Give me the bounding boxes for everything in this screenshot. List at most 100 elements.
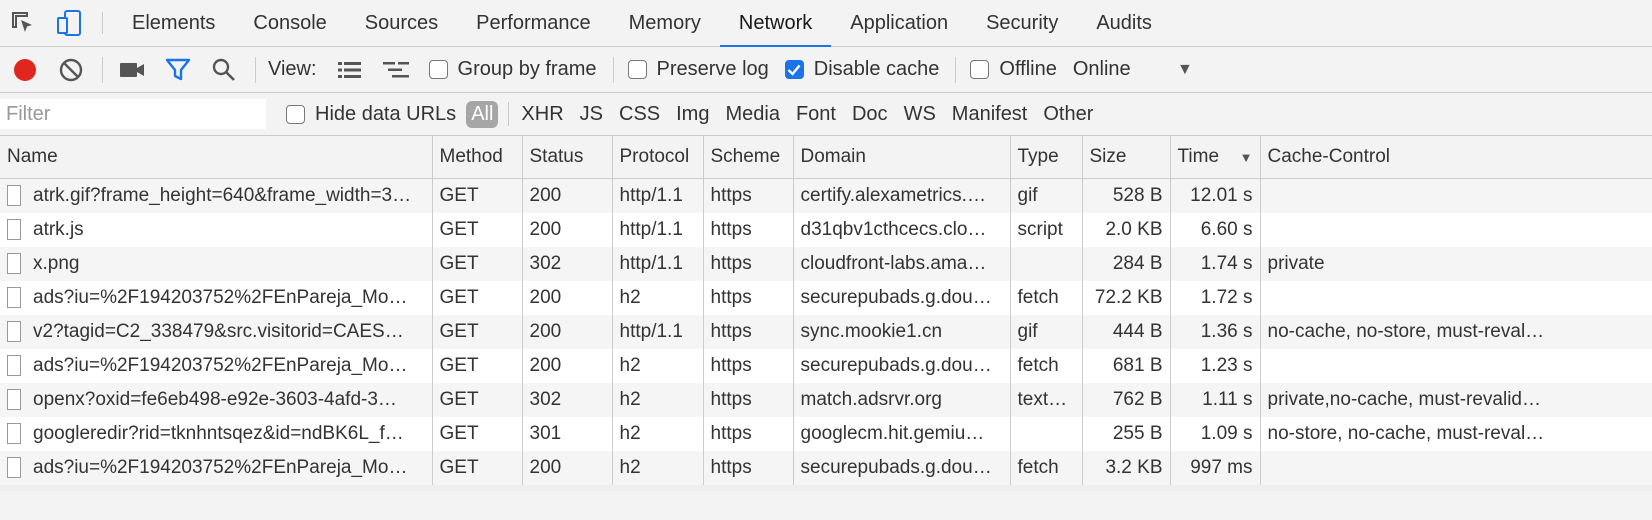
group-by-frame-label: Group by frame (457, 58, 597, 80)
filter-type-all[interactable]: All (466, 100, 499, 128)
cell-protocol: http/1.1 (612, 315, 704, 349)
cell-size: 284 B (1082, 247, 1171, 281)
screenshot-camera-icon[interactable] (115, 53, 149, 87)
filter-type-ws[interactable]: WS (896, 103, 944, 126)
preserve-log-checkbox[interactable] (627, 60, 647, 79)
cell-text: 6.60 s (1200, 219, 1253, 240)
cell-cache-control: no-store, no-cache, must-reval… (1260, 417, 1652, 451)
cell-status: 301 (522, 417, 613, 451)
filter-type-xhr[interactable]: XHR (513, 103, 571, 126)
cell-text: securepubads.g.dou… (800, 457, 992, 478)
filter-type-doc[interactable]: Doc (844, 103, 896, 126)
table-row[interactable]: openx?oxid=fe6eb498-e92e-3603-4afd-3… GET… (0, 383, 1652, 417)
filter-type-img[interactable]: Img (668, 103, 717, 126)
toolbar-divider (255, 56, 256, 83)
cell-time: 997 ms (1170, 451, 1261, 485)
tab-sources[interactable]: Sources (346, 0, 457, 46)
record-icon[interactable] (8, 53, 42, 87)
filter-type-font[interactable]: Font (788, 103, 844, 126)
table-row[interactable]: x.png GET 302 http/1.1 https cloudfront-labs.… (0, 247, 1652, 281)
column-header-domain[interactable]: Domain (793, 136, 1011, 179)
tab-security[interactable]: Security (967, 0, 1077, 46)
cell-text: GET (439, 457, 479, 478)
cell-size: 255 B (1082, 417, 1171, 451)
column-header-label: Protocol (619, 146, 690, 167)
cell-name: ads?iu=%2F194203752%2FEnPareja_Mo… (0, 349, 433, 383)
column-header-method[interactable]: Method (432, 136, 523, 179)
filter-input[interactable] (0, 99, 266, 129)
tab-application[interactable]: Application (831, 0, 967, 46)
cell-text: googlecm.hit.gemiu… (800, 423, 985, 444)
cell-text: 12.01 s (1190, 185, 1253, 206)
group-by-frame-checkbox[interactable] (428, 60, 448, 79)
throttling-select[interactable]: Online ▼ (1073, 58, 1193, 81)
filter-bar: Hide data URLs All XHRJSCSSImgMediaFontDo… (0, 93, 1652, 136)
toolbar-divider (102, 56, 103, 83)
cell-domain: securepubads.g.dou… (793, 349, 1011, 383)
hide-data-urls-checkbox[interactable] (286, 104, 305, 124)
cell-time: 12.01 s (1170, 178, 1261, 213)
table-row[interactable]: v2?tagid=C2_338479&src.visitorid=CAES… GE… (0, 315, 1652, 349)
table-row[interactable]: googleredir?rid=tknhntsqez&id=ndBK6L_f… G… (0, 417, 1652, 451)
column-header-scheme[interactable]: Scheme (703, 136, 794, 179)
filter-type-other[interactable]: Other (1035, 103, 1101, 126)
cell-type: script (1010, 213, 1083, 247)
cell-text: GET (439, 355, 479, 376)
table-row[interactable]: ads?iu=%2F194203752%2FEnPareja_Mo… GET 200… (0, 349, 1652, 383)
search-icon[interactable] (207, 53, 241, 87)
cell-text: GET (439, 253, 479, 274)
filter-funnel-icon[interactable] (161, 53, 195, 87)
disable-cache-checkbox[interactable] (784, 60, 804, 79)
cell-text: 200 (529, 355, 562, 376)
cell-domain: securepubads.g.dou… (793, 451, 1011, 485)
column-header-cache-control[interactable]: Cache-Control (1260, 136, 1652, 179)
table-row[interactable]: ads?iu=%2F194203752%2FEnPareja_Mo… GET 200… (0, 451, 1652, 485)
cell-name: atrk.gif?frame_height=640&frame_width=3… (0, 178, 433, 213)
filter-type-media[interactable]: Media (717, 103, 787, 126)
cell-text: https (710, 219, 752, 240)
cell-method: GET (432, 247, 523, 281)
tab-console[interactable]: Console (234, 0, 345, 46)
cell-text: securepubads.g.dou… (800, 287, 992, 308)
filter-type-manifest[interactable]: Manifest (944, 103, 1036, 126)
cell-text: fetch (1017, 287, 1059, 308)
tab-audits[interactable]: Audits (1077, 0, 1171, 46)
large-rows-list-icon[interactable] (333, 53, 367, 87)
device-toolbar-icon[interactable] (46, 0, 92, 46)
cell-size: 681 B (1082, 349, 1171, 383)
tab-performance[interactable]: Performance (457, 0, 610, 46)
table-row[interactable]: atrk.gif?frame_height=640&frame_width=3…… (0, 178, 1652, 213)
tab-network[interactable]: Network (719, 0, 832, 47)
table-row[interactable]: ads?iu=%2F194203752%2FEnPareja_Mo… GET 200… (0, 281, 1652, 315)
cell-text: securepubads.g.dou… (800, 355, 992, 376)
filter-type-css[interactable]: CSS (611, 103, 668, 126)
table-header-row: Name Method Status Protocol Scheme Domain Type… (0, 136, 1652, 179)
table-row[interactable]: atrk.js GET 200 http/1.1 https d31qbv1cthcecs… (0, 213, 1652, 247)
tab-elements[interactable]: Elements (113, 0, 234, 46)
cell-text: 1.11 s (1202, 389, 1253, 410)
cell-text: 1.72 s (1200, 287, 1253, 308)
tab-memory[interactable]: Memory (610, 0, 720, 46)
cell-scheme: https (703, 349, 794, 383)
cell-text: certify.alexametrics.… (800, 185, 986, 206)
cell-method: GET (432, 349, 523, 383)
column-header-status[interactable]: Status (522, 136, 613, 179)
devtools-tab-bar: Elements Console Sources Performance Memory N… (0, 0, 1652, 47)
column-header-size[interactable]: Size (1082, 136, 1171, 179)
filter-type-js[interactable]: JS (572, 103, 611, 126)
cell-protocol: http/1.1 (612, 178, 704, 213)
column-header-protocol[interactable]: Protocol (612, 136, 704, 179)
inspect-element-icon[interactable] (0, 0, 46, 46)
cell-status: 200 (522, 213, 613, 247)
column-header-name[interactable]: Name (0, 136, 433, 179)
waterfall-overview-icon[interactable] (379, 53, 413, 87)
toolbar-divider (612, 56, 614, 83)
cell-text: 200 (529, 219, 562, 240)
cell-time: 1.23 s (1170, 349, 1261, 383)
column-header-time[interactable]: Time ▼ (1170, 136, 1261, 179)
offline-checkbox[interactable] (970, 60, 990, 79)
column-header-type[interactable]: Type (1010, 136, 1083, 179)
cell-method: GET (432, 383, 523, 417)
clear-icon[interactable] (54, 53, 88, 87)
cell-method: GET (432, 417, 523, 451)
